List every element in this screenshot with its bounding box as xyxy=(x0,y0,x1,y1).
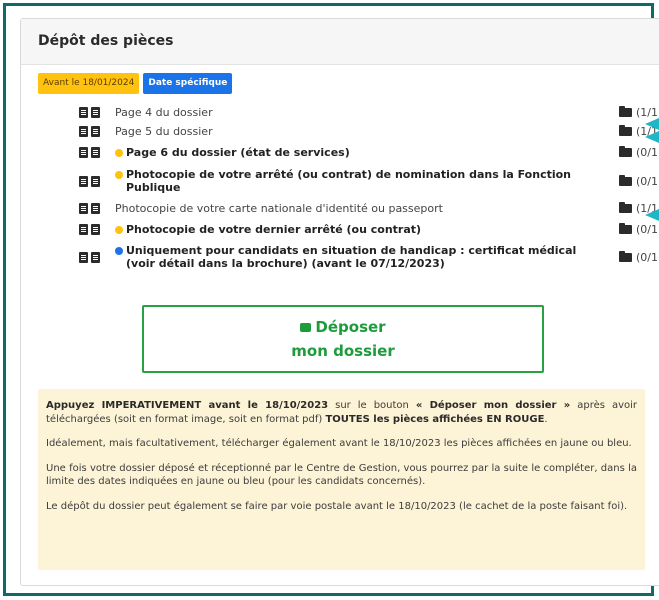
document-label: Photocopie de votre dernier arrêté (ou c… xyxy=(126,223,422,236)
document-icon[interactable] xyxy=(91,147,100,158)
pointer-arrow xyxy=(645,118,659,130)
document-label: Page 6 du dossier (état de services) xyxy=(126,146,350,159)
document-status[interactable]: (0/1) xyxy=(619,223,659,236)
document-row: Page 4 du dossier (1/1) xyxy=(79,106,659,119)
document-status[interactable]: (0/1) xyxy=(619,174,659,188)
badge-group: Avant le 18/01/2024 Date spécifique xyxy=(38,73,233,94)
yellow-dot-icon xyxy=(115,148,123,157)
deadline-badge: Avant le 18/01/2024 xyxy=(38,73,140,94)
deposit-dossier-button[interactable]: Déposer mon dossier xyxy=(142,305,544,373)
folder-icon[interactable] xyxy=(619,125,632,136)
notice-paragraph-1: Appuyez IMPERATIVEMENT avant le 18/10/20… xyxy=(46,400,637,425)
document-icon[interactable] xyxy=(91,107,100,118)
document-icon[interactable] xyxy=(91,224,100,235)
document-label: Photocopie de votre arrêté (ou contrat) … xyxy=(126,168,572,194)
document-row: Page 5 du dossier (1/1) xyxy=(79,125,659,138)
document-label: Page 4 du dossier xyxy=(115,106,213,119)
thumbs-up-icon xyxy=(300,323,312,332)
notice-paragraph-4: Le dépôt du dossier peut également se fa… xyxy=(46,500,628,512)
pdf-icon[interactable] xyxy=(79,175,88,187)
document-row: Photocopie de votre carte nationale d'id… xyxy=(79,202,659,215)
folder-icon[interactable] xyxy=(619,106,632,117)
notice-paragraph-3: Une fois votre dossier déposé et récepti… xyxy=(46,462,637,488)
pdf-icon[interactable] xyxy=(79,251,88,263)
document-row: Photocopie de votre dernier arrêté (ou c… xyxy=(79,223,659,236)
folder-icon[interactable] xyxy=(619,223,632,234)
notice-paragraph-2: Idéalement, mais facultativement, téléch… xyxy=(46,438,632,450)
folder-icon[interactable] xyxy=(619,174,632,186)
instructions-notice: Appuyez IMPERATIVEMENT avant le 18/10/20… xyxy=(38,389,645,570)
document-row: Uniquement pour candidats en situation d… xyxy=(79,244,659,270)
specific-date-badge: Date spécifique xyxy=(143,73,233,94)
pointer-arrow xyxy=(645,131,659,143)
folder-icon[interactable] xyxy=(619,202,632,213)
document-label: Page 5 du dossier xyxy=(115,125,213,138)
document-label: Photocopie de votre carte nationale d'id… xyxy=(115,202,443,215)
document-row: Photocopie de votre arrêté (ou contrat) … xyxy=(79,168,659,194)
pointer-arrow xyxy=(645,209,659,221)
document-row: Page 6 du dossier (état de services) (0/… xyxy=(79,146,659,159)
document-icon[interactable] xyxy=(91,126,100,137)
folder-icon[interactable] xyxy=(619,250,632,262)
yellow-dot-icon xyxy=(115,171,123,179)
document-icon[interactable] xyxy=(91,251,100,263)
pdf-icon[interactable] xyxy=(79,224,88,235)
panel-title: Dépôt des pièces xyxy=(21,19,659,65)
yellow-dot-icon xyxy=(115,225,123,234)
document-status[interactable]: (0/1) xyxy=(619,250,659,264)
folder-icon[interactable] xyxy=(619,146,632,157)
document-label: Uniquement pour candidats en situation d… xyxy=(126,244,577,270)
pdf-icon[interactable] xyxy=(79,203,88,214)
document-status[interactable]: (0/1) xyxy=(619,146,659,159)
blue-dot-icon xyxy=(115,247,123,255)
pdf-icon[interactable] xyxy=(79,147,88,158)
pdf-icon[interactable] xyxy=(79,126,88,137)
pdf-icon[interactable] xyxy=(79,107,88,118)
document-icon[interactable] xyxy=(91,203,100,214)
document-icon[interactable] xyxy=(91,175,100,187)
